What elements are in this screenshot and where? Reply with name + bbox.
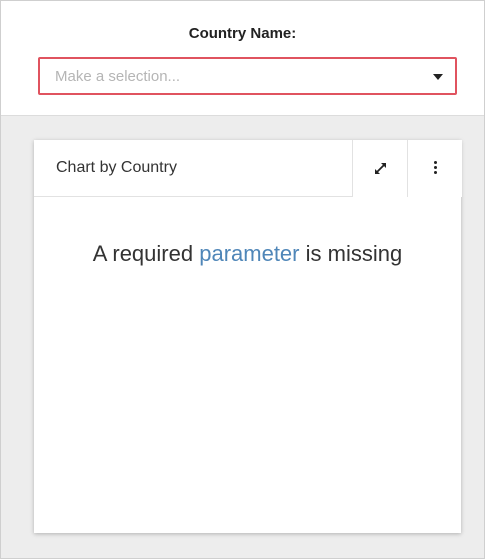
caret-down-icon bbox=[433, 74, 443, 80]
missing-parameter-message: A required parameter is missing bbox=[34, 241, 461, 267]
message-suffix: is missing bbox=[305, 241, 403, 266]
card-body: A required parameter is missing bbox=[34, 198, 461, 533]
more-options-button[interactable] bbox=[407, 140, 462, 197]
parameter-label: Country Name: bbox=[188, 25, 297, 42]
expand-button[interactable] bbox=[352, 140, 407, 197]
expand-icon bbox=[375, 163, 386, 174]
message-prefix: A required bbox=[92, 241, 194, 266]
more-vertical-icon bbox=[433, 161, 437, 176]
parameter-panel: Country Name: Make a selection... bbox=[1, 1, 484, 116]
country-name-select[interactable]: Make a selection... bbox=[38, 57, 457, 95]
parameter-link[interactable]: parameter bbox=[199, 241, 299, 266]
card-title: Chart by Country bbox=[56, 159, 177, 176]
dashboard-frame: Country Name: Make a selection... Chart … bbox=[0, 0, 485, 559]
chart-card: Chart by Country A required parameter is… bbox=[34, 140, 462, 533]
select-placeholder: Make a selection... bbox=[55, 68, 181, 85]
card-header: Chart by Country bbox=[34, 140, 462, 197]
